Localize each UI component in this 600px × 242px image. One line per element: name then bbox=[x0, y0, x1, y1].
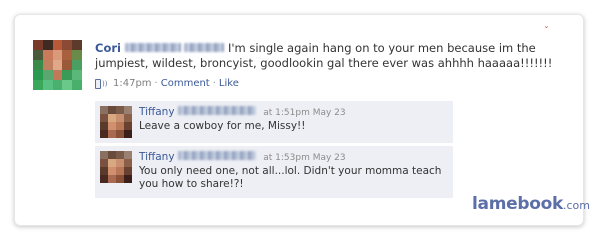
lamebook-watermark: lamebook.com bbox=[472, 194, 590, 214]
post-author-name[interactable]: Cori bbox=[95, 41, 121, 55]
post-message-line2: jumpiest, wildest, broncyist, goodlookin… bbox=[95, 56, 553, 70]
redacted-name bbox=[177, 106, 256, 115]
comment-link[interactable]: Comment bbox=[161, 78, 210, 90]
watermark-suffix: .com bbox=[562, 199, 590, 212]
comment-timestamp[interactable]: at 1:53pm May 23 bbox=[263, 153, 345, 163]
comment-timestamp[interactable]: at 1:51pm May 23 bbox=[263, 108, 345, 118]
comment-header: Tiffany at 1:53pm May 23 bbox=[139, 151, 346, 165]
corner-mark-icon: ˇ bbox=[544, 26, 549, 37]
commenter-name[interactable]: Tiffany bbox=[139, 106, 175, 118]
redacted-name bbox=[177, 151, 256, 160]
comment-item: Tiffany at 1:51pm May 23 Leave a cowboy … bbox=[95, 101, 453, 144]
comment-text: Leave a cowboy for me, Missy!! bbox=[139, 120, 306, 132]
commenter-name[interactable]: Tiffany bbox=[139, 151, 175, 163]
comment-header: Tiffany at 1:51pm May 23 bbox=[139, 106, 346, 120]
watermark-main: lamebook bbox=[472, 194, 563, 214]
redacted-name bbox=[184, 43, 225, 52]
redacted-name bbox=[124, 43, 181, 52]
like-link[interactable]: Like bbox=[219, 78, 239, 90]
author-avatar[interactable] bbox=[33, 40, 82, 90]
post-meta: )) 1:47pm · Comment · Like bbox=[95, 78, 239, 90]
commenter-avatar[interactable] bbox=[100, 106, 132, 138]
comment-text: You only need one, not all...lol. Didn't… bbox=[139, 165, 442, 190]
commenter-avatar[interactable] bbox=[100, 151, 132, 183]
post-text: Cori I'm single again hang on to your me… bbox=[95, 41, 555, 71]
comment-item: Tiffany at 1:53pm May 23 You only need o… bbox=[95, 146, 453, 199]
post-time[interactable]: 1:47pm bbox=[113, 78, 152, 90]
post-message-line1: I'm single again hang on to your men bec… bbox=[227, 41, 536, 55]
mobile-phone-icon: )) bbox=[95, 78, 107, 90]
